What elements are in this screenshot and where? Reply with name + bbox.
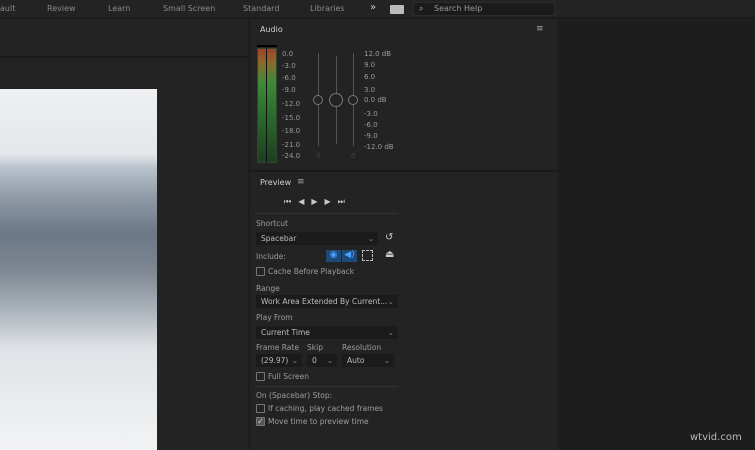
- left-scale-tick: -6.0: [282, 74, 296, 82]
- right-scale-tick: -3.0: [364, 110, 378, 118]
- chevron-down-icon: ⌄: [387, 328, 394, 337]
- cache-before-playback-checkbox[interactable]: [256, 267, 265, 276]
- right-scale-tick: 9.0: [364, 61, 376, 69]
- master-volume-slider[interactable]: [329, 93, 343, 107]
- frame-rate-dropdown[interactable]: (29.97) ⌄: [256, 354, 302, 367]
- last-frame-icon[interactable]: ⏭: [338, 197, 352, 206]
- chevron-down-icon: ⌄: [367, 234, 374, 243]
- panel-divider: [0, 56, 248, 58]
- workspace-small-screen[interactable]: Small Screen: [163, 4, 215, 13]
- preview-menu-icon[interactable]: ≡: [297, 177, 305, 187]
- right-scale-tick: 0.0 dB: [364, 96, 387, 104]
- chevron-down-icon: ⌄: [387, 297, 394, 306]
- workspace-default[interactable]: ault: [0, 4, 15, 13]
- frame-rate-value: (29.97): [261, 356, 289, 365]
- shortcut-label: Shortcut: [256, 219, 288, 228]
- left-scale-tick: -24.0: [282, 152, 301, 160]
- right-scale-tick: 6.0: [364, 73, 376, 81]
- workspace-bar: ault Review Learn Small Screen Standard …: [0, 0, 755, 18]
- right-scale-tick: -12.0 dB: [364, 143, 394, 151]
- export-icon[interactable]: ⏏: [385, 249, 394, 260]
- resolution-dropdown[interactable]: Auto ⌄: [342, 354, 394, 367]
- resolution-label: Resolution: [342, 343, 382, 352]
- left-scale-tick: -15.0: [282, 114, 301, 122]
- move-time-label: Move time to preview time: [268, 417, 369, 426]
- chevron-down-icon: ⌄: [383, 356, 390, 365]
- include-video-icon[interactable]: ◉: [326, 250, 341, 262]
- audio-peak-indicator: [257, 45, 277, 47]
- play-icon[interactable]: ▶: [311, 197, 324, 206]
- workspace-libraries[interactable]: Libraries: [310, 4, 345, 13]
- include-audio-icon[interactable]: ◀): [342, 250, 357, 262]
- play-from-dropdown[interactable]: Current Time ⌄: [256, 326, 398, 339]
- previous-frame-icon[interactable]: ◀: [298, 197, 311, 206]
- overflow-icon[interactable]: »: [370, 2, 376, 13]
- right-volume-slider[interactable]: [348, 95, 358, 105]
- skip-value: 0: [312, 356, 317, 365]
- stop-label: On (Spacebar) Stop:: [256, 391, 333, 400]
- workspace-toggle-icon[interactable]: [390, 5, 404, 14]
- meter-divider: [266, 48, 267, 163]
- separator: [255, 386, 398, 387]
- cache-before-playback-label: Cache Before Playback: [268, 267, 355, 276]
- frame-rate-label: Frame Rate: [256, 343, 299, 352]
- right-scale-tick: -6.0: [364, 121, 378, 129]
- audio-menu-icon[interactable]: ≡: [536, 24, 544, 34]
- left-scale-tick: -9.0: [282, 86, 296, 94]
- left-volume-slider[interactable]: [313, 95, 323, 105]
- include-label: Include:: [256, 252, 286, 261]
- right-scale-tick: 3.0: [364, 86, 376, 94]
- left-volume-value: 0: [316, 152, 321, 160]
- if-caching-label: If caching, play cached frames: [268, 404, 383, 413]
- left-scale-tick: -18.0: [282, 127, 301, 135]
- reset-icon[interactable]: ↺: [385, 232, 393, 243]
- play-from-label: Play From: [256, 313, 293, 322]
- workspace-learn[interactable]: Learn: [108, 4, 130, 13]
- full-screen-checkbox[interactable]: [256, 372, 265, 381]
- left-scale-tick: 0.0: [282, 50, 294, 58]
- audio-level-meter: [257, 48, 277, 163]
- range-label: Range: [256, 284, 280, 293]
- watermark: wtvid.com: [690, 432, 742, 443]
- separator: [255, 213, 398, 214]
- full-screen-label: Full Screen: [268, 372, 309, 381]
- right-volume-value: 0: [351, 152, 356, 160]
- composition-viewer-image[interactable]: [0, 89, 157, 450]
- first-frame-icon[interactable]: ⏮: [284, 197, 298, 206]
- skip-dropdown[interactable]: 0 ⌄: [307, 354, 337, 367]
- chevron-down-icon: ⌄: [326, 356, 333, 365]
- search-icon: ⌕: [419, 4, 424, 13]
- next-frame-icon[interactable]: ▶: [325, 197, 338, 206]
- chevron-down-icon: ⌄: [291, 356, 298, 365]
- skip-label: Skip: [307, 343, 323, 352]
- include-overlays-icon[interactable]: [362, 250, 373, 261]
- workspace-review[interactable]: Review: [47, 4, 76, 13]
- resolution-value: Auto: [347, 356, 365, 365]
- workspace-standard[interactable]: Standard: [243, 4, 279, 13]
- preview-panel-title: Preview: [260, 178, 292, 187]
- panel-divider: [250, 170, 558, 172]
- right-scale-tick: -9.0: [364, 132, 378, 140]
- shortcut-value: Spacebar: [261, 234, 297, 243]
- play-from-value: Current Time: [261, 328, 310, 337]
- left-scale-tick: -3.0: [282, 62, 296, 70]
- left-scale-tick: -21.0: [282, 141, 301, 149]
- search-help-input[interactable]: ⌕ Search Help: [413, 2, 555, 16]
- search-placeholder: Search Help: [434, 4, 483, 13]
- left-scale-tick: -12.0: [282, 100, 301, 108]
- move-time-checkbox[interactable]: ✓: [256, 417, 265, 426]
- if-caching-checkbox[interactable]: [256, 404, 265, 413]
- shortcut-dropdown[interactable]: Spacebar ⌄: [256, 232, 378, 245]
- range-dropdown[interactable]: Work Area Extended By Current... ⌄: [256, 295, 398, 308]
- right-scale-tick: 12.0 dB: [364, 50, 392, 58]
- audio-panel-title: Audio: [260, 25, 283, 34]
- range-value: Work Area Extended By Current...: [261, 297, 388, 306]
